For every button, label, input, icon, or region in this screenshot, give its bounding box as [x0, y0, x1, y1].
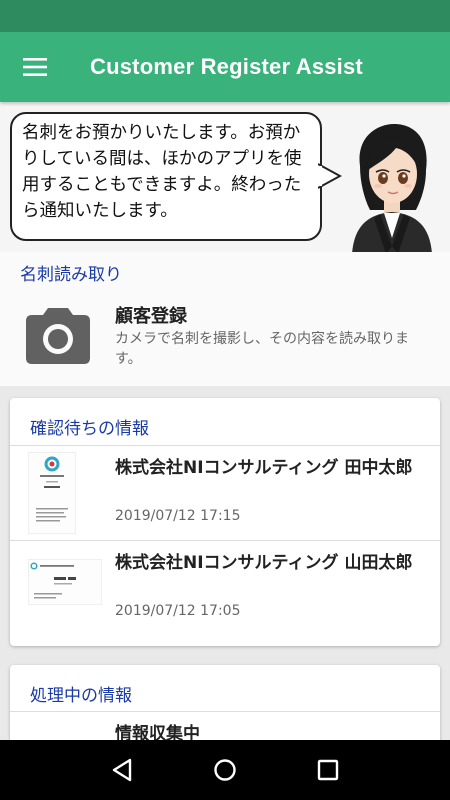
pending-item-date: 2019/07/12 17:05 — [115, 603, 241, 619]
home-circle-icon — [214, 759, 236, 781]
home-button[interactable] — [195, 740, 255, 800]
speech-bubble-tail — [318, 163, 342, 189]
back-triangle-icon — [112, 758, 131, 782]
app-title: Customer Register Assist — [90, 54, 363, 79]
pending-item-name: 株式会社NIコンサルティング 田中太郎 — [115, 458, 413, 478]
assistant-panel: 名刺をお預かりいたします。お預かりしている間は、ほかのアプリを使用することもでき… — [0, 102, 450, 254]
pending-info-card: 確認待ちの情報 株式会社NIコンサルティング 田中太郎 2019/07/12 1… — [10, 398, 440, 646]
pending-item-date: 2019/07/12 17:15 — [115, 508, 241, 524]
scan-section-heading: 名刺読み取り — [20, 265, 122, 285]
app-bar: Customer Register Assist — [0, 32, 450, 102]
business-card-thumbnail — [28, 452, 76, 534]
assistant-avatar — [352, 124, 432, 254]
recents-square-icon — [318, 759, 339, 781]
camera-icon[interactable] — [26, 308, 90, 364]
hamburger-menu-icon — [23, 58, 47, 76]
pending-item-name: 株式会社NIコンサルティング 山田太郎 — [115, 553, 413, 573]
speech-bubble: 名刺をお預かりいたします。お預かりしている間は、ほかのアプリを使用することもでき… — [10, 112, 322, 241]
business-card-scan-section: 名刺読み取り 顧客登録 カメラで名刺を撮影し、その内容を読み取ります。 — [0, 252, 450, 386]
back-button[interactable] — [92, 740, 152, 800]
processing-section-heading: 処理中の情報 — [30, 686, 132, 706]
customer-register-title[interactable]: 顧客登録 — [115, 302, 187, 328]
pending-section-heading: 確認待ちの情報 — [30, 419, 149, 439]
pending-list-item[interactable]: 株式会社NIコンサルティング 山田太郎 2019/07/12 17:05 — [10, 541, 440, 641]
pending-list-item[interactable]: 株式会社NIコンサルティング 田中太郎 2019/07/12 17:15 — [10, 446, 440, 540]
status-bar — [0, 0, 450, 32]
menu-button[interactable] — [0, 32, 70, 102]
customer-register-description: カメラで名刺を撮影し、その内容を読み取ります。 — [115, 331, 409, 367]
recents-button[interactable] — [298, 740, 358, 800]
system-navigation-bar — [0, 740, 450, 800]
business-card-thumbnail — [28, 559, 102, 605]
